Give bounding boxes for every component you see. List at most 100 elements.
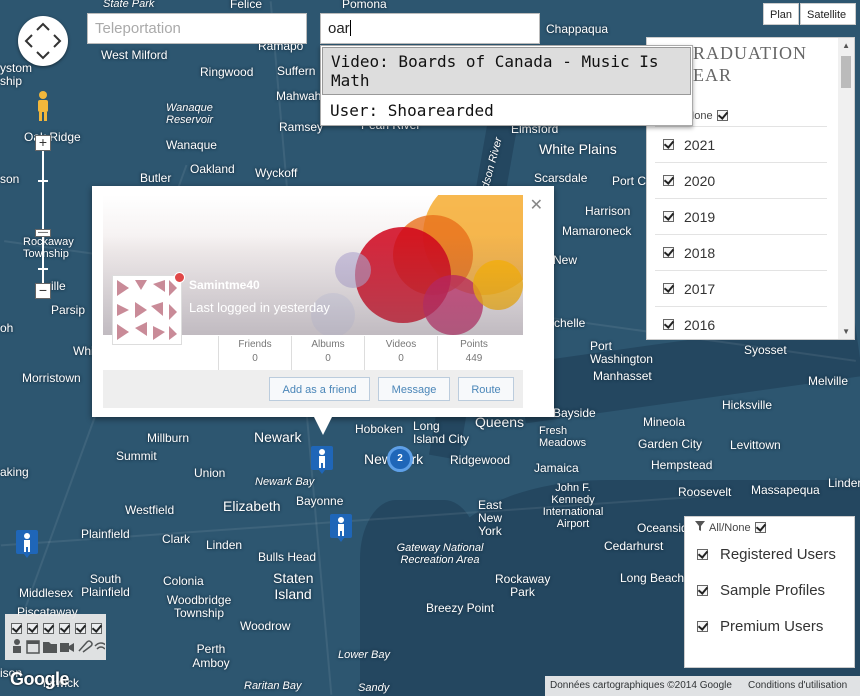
user-type-row[interactable]: Premium Users	[697, 618, 857, 635]
map-label: Hempstead	[651, 458, 713, 472]
year-checkbox[interactable]	[663, 175, 674, 186]
map-label: Garden City	[638, 437, 703, 451]
map-label: Melville	[808, 374, 849, 388]
year-label: 2017	[684, 280, 716, 297]
zoom-out-button[interactable]: −	[35, 283, 51, 299]
map-label: Summit	[116, 449, 157, 463]
user-search-input[interactable]: oar	[320, 13, 540, 44]
user-marker-icon[interactable]	[16, 530, 38, 558]
map-label: Long Island City	[413, 419, 470, 446]
year-checkbox[interactable]	[663, 319, 674, 330]
year-row[interactable]: 2021	[655, 126, 827, 162]
user-type-filter-checkbox[interactable]	[11, 623, 22, 634]
scroll-down-icon[interactable]: ▼	[842, 327, 850, 336]
map-label: East New York	[477, 498, 502, 538]
year-label: 2020	[684, 172, 716, 189]
map-label: Hicksville	[722, 398, 773, 412]
avatar[interactable]	[112, 275, 182, 345]
stat-friends[interactable]: Friends 0	[218, 336, 291, 370]
year-checkbox[interactable]	[663, 283, 674, 294]
user-type-all-none[interactable]: All/None	[695, 521, 766, 534]
map-label: Massapequa	[751, 483, 820, 497]
year-checkbox[interactable]	[663, 247, 674, 258]
stat-label: Points	[460, 339, 488, 350]
year-row[interactable]: 2018	[655, 234, 827, 270]
google-logo: Google	[10, 669, 70, 689]
map-label: Mineola	[643, 415, 686, 429]
street-view-pegman-icon[interactable]	[35, 90, 51, 122]
map-type-satellite-button[interactable]: Satellite	[800, 3, 856, 25]
graduation-panel-title: GRADUATION YEAR	[679, 43, 807, 85]
zoom-slider-handle[interactable]: —	[35, 228, 51, 238]
user-marker-icon[interactable]	[330, 514, 352, 542]
year-row[interactable]: 2016	[655, 306, 827, 339]
map-label: Linder	[828, 476, 860, 490]
close-icon[interactable]: ✕	[530, 195, 543, 215]
popup-pointer	[314, 417, 332, 435]
filter-icon	[695, 521, 705, 534]
map-label: Woodbridge Township	[166, 593, 232, 620]
map-label: Newark	[254, 429, 302, 445]
map-type-plan-button[interactable]: Plan	[763, 3, 800, 25]
autocomplete-item[interactable]: User: Shoarearded	[321, 96, 692, 125]
attachment-type-filter-checkbox[interactable]	[75, 623, 86, 634]
wifi-type-filter-checkbox[interactable]	[91, 623, 102, 634]
folder-type-filter-checkbox[interactable]	[43, 623, 54, 634]
map-label: Breezy Point	[426, 601, 495, 615]
map-label: Manhasset	[593, 369, 652, 383]
teleportation-input[interactable]: Teleportation	[87, 13, 307, 44]
video-type-filter-checkbox[interactable]	[59, 623, 70, 634]
map-label: Wanaque	[166, 138, 217, 152]
user-type-checkbox[interactable]	[697, 585, 708, 596]
year-row[interactable]: 2017	[655, 270, 827, 306]
stat-videos[interactable]: Videos 0	[364, 336, 437, 370]
terms-of-use-link[interactable]: Conditions d'utilisation	[743, 676, 860, 696]
user-type-row[interactable]: Sample Profiles	[697, 582, 857, 599]
user-type-label: Registered Users	[720, 546, 836, 563]
stat-points[interactable]: Points 449	[437, 336, 510, 370]
zoom-in-button[interactable]: +	[35, 135, 51, 151]
all-none-checkbox[interactable]	[716, 110, 728, 121]
graduation-scrollbar[interactable]: ▲ ▼	[838, 38, 854, 339]
autocomplete-item[interactable]: Video: Boards of Canada - Music Is Math	[322, 47, 691, 95]
map-label: Chappaqua	[546, 22, 609, 36]
add-friend-button[interactable]: Add as a friend	[269, 377, 370, 401]
map-label: Bayonne	[296, 494, 344, 508]
map-label: Morristown	[22, 371, 81, 385]
user-marker-icon[interactable]	[311, 446, 333, 474]
map-label: Pomona	[342, 0, 387, 11]
all-none-label: All/None	[709, 521, 751, 534]
online-status-dot	[174, 272, 185, 283]
all-none-checkbox[interactable]	[754, 522, 766, 533]
user-search-value: oar	[328, 20, 350, 37]
map-label: Staten Island	[273, 570, 314, 602]
map-label: West Milford	[101, 48, 168, 62]
user-type-checkbox[interactable]	[697, 621, 708, 632]
stat-label: Friends	[238, 339, 272, 350]
map-label: Fresh Meadows	[539, 425, 587, 449]
year-row[interactable]: 2020	[655, 162, 827, 198]
scroll-up-icon[interactable]: ▲	[842, 41, 850, 50]
pan-control[interactable]	[18, 16, 68, 66]
route-button[interactable]: Route	[458, 377, 514, 401]
map-label: Westfield	[125, 503, 175, 517]
user-type-panel: All/None Registered Users Sample Profile…	[684, 516, 855, 668]
user-type-checkbox[interactable]	[697, 549, 708, 560]
user-type-row[interactable]: Registered Users	[697, 546, 857, 563]
paperclip-icon	[78, 640, 93, 653]
stat-value: 0	[398, 353, 404, 364]
year-checkbox[interactable]	[663, 211, 674, 222]
profile-username[interactable]: Samintme40	[189, 278, 260, 292]
marker-cluster[interactable]: 2	[387, 446, 413, 472]
event-type-filter-checkbox[interactable]	[27, 623, 38, 634]
year-checkbox[interactable]	[663, 139, 674, 150]
map-label: Plainfield	[81, 527, 130, 541]
map-label: Oakland	[190, 162, 235, 176]
map-label: Woodrow	[240, 619, 291, 633]
year-row[interactable]: 2019	[655, 198, 827, 234]
content-type-icons	[13, 639, 105, 654]
wifi-icon	[94, 642, 105, 650]
scroll-thumb[interactable]	[841, 56, 851, 88]
stat-albums[interactable]: Albums 0	[291, 336, 364, 370]
message-button[interactable]: Message	[378, 377, 450, 401]
